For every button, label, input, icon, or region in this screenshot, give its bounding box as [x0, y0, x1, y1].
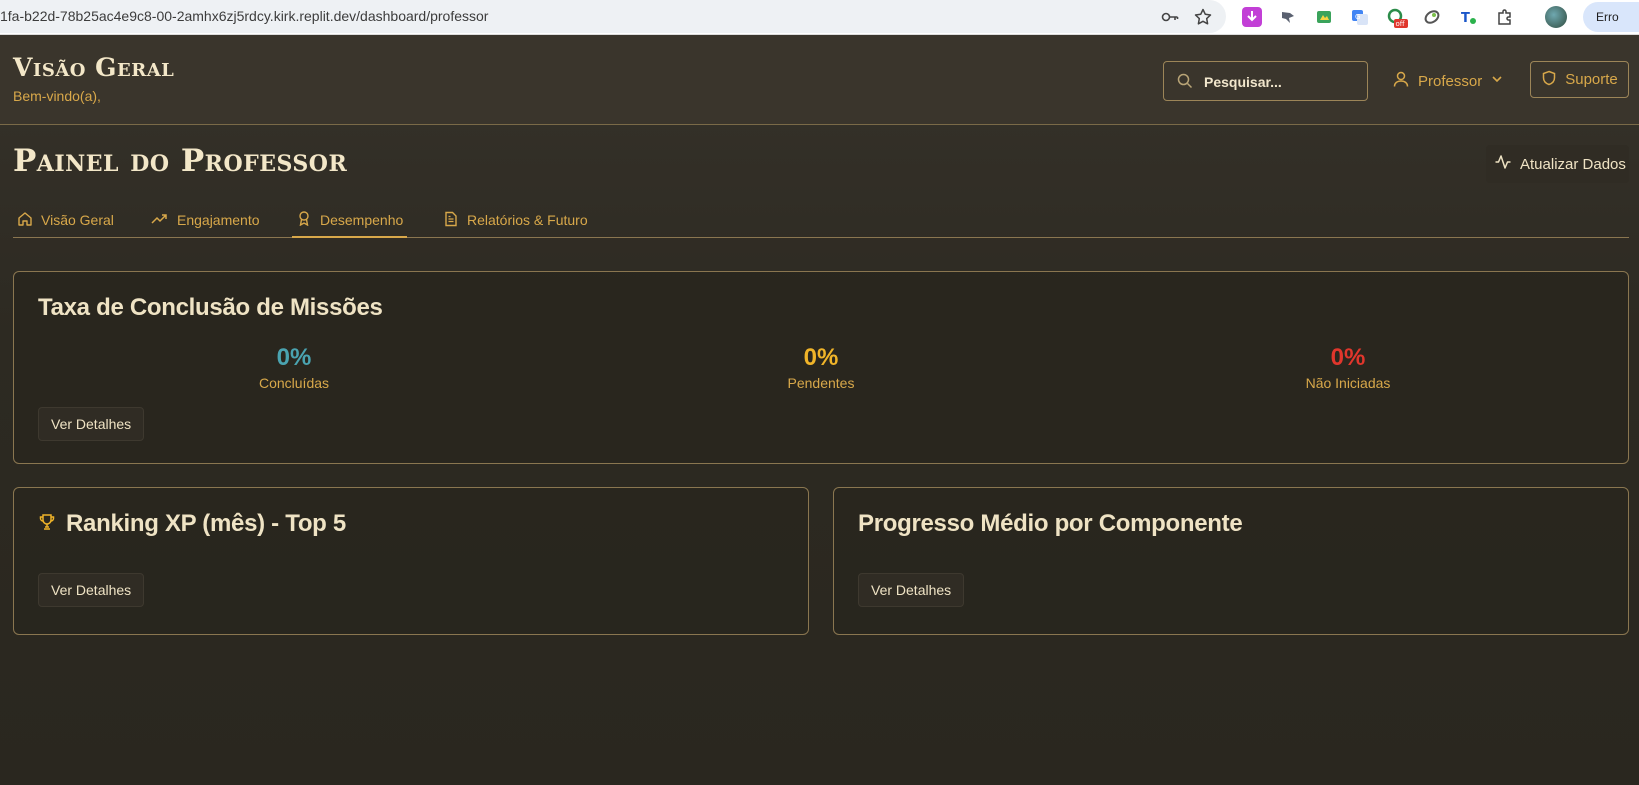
user-icon: [1392, 70, 1410, 92]
stat-value: 0%: [1330, 344, 1366, 371]
extensions-puzzle-icon[interactable]: [1495, 7, 1515, 27]
app-header: Visão Geral Bem-vindo(a), Professor Supo…: [0, 35, 1639, 125]
mission-completion-card: Taxa de Conclusão de Missões 0% Concluíd…: [13, 271, 1629, 464]
tab-relatorios-futuro[interactable]: Relatórios & Futuro: [439, 203, 592, 237]
view-details-button[interactable]: Ver Detalhes: [38, 573, 145, 607]
support-button[interactable]: Suporte: [1530, 61, 1629, 98]
address-bar[interactable]: 1fa-b22d-78b25ac4e9c8-00-2amhx6zj5rdcy.k…: [0, 0, 1226, 33]
view-details-button[interactable]: Ver Detalhes: [858, 573, 965, 607]
bookmark-star-icon[interactable]: [1193, 7, 1213, 27]
user-menu[interactable]: Professor: [1392, 63, 1504, 99]
refresh-data-label: Atualizar Dados: [1520, 155, 1626, 173]
view-details-button[interactable]: Ver Detalhes: [38, 407, 145, 441]
stat-label: Pendentes: [787, 375, 855, 391]
tab-label: Relatórios & Futuro: [467, 212, 588, 228]
activity-icon: [1494, 153, 1512, 175]
extension-map-icon[interactable]: [1314, 7, 1334, 27]
site-title: Visão Geral: [13, 53, 175, 82]
stat-pending: 0% Pendentes: [721, 344, 921, 391]
page-title: Painel do Professor: [13, 143, 348, 179]
welcome-text: Bem-vindo(a),: [13, 88, 101, 104]
tab-label: Desempenho: [320, 211, 404, 228]
extension-off-icon[interactable]: off: [1386, 7, 1408, 28]
ranking-xp-card: Ranking XP (mês) - Top 5 Ver Detalhes: [13, 487, 809, 635]
app-root: Visão Geral Bem-vindo(a), Professor Supo…: [0, 35, 1639, 785]
support-label: Suporte: [1565, 71, 1618, 88]
file-text-icon: [443, 211, 459, 230]
tab-label: Engajamento: [177, 212, 260, 228]
home-icon: [17, 211, 33, 230]
user-menu-label: Professor: [1418, 72, 1483, 90]
svg-text:T: T: [1461, 11, 1470, 26]
refresh-data-button[interactable]: Atualizar Dados: [1486, 145, 1629, 183]
svg-text:off: off: [1396, 20, 1405, 28]
password-key-icon[interactable]: [1160, 7, 1180, 27]
tab-engajamento[interactable]: Engajamento: [147, 203, 264, 237]
extension-text-icon[interactable]: T: [1458, 7, 1478, 27]
svg-text:G: G: [1355, 13, 1360, 21]
google-translate-icon[interactable]: G: [1350, 7, 1370, 27]
trending-up-icon: [151, 211, 169, 230]
card-title: Ranking XP (mês) - Top 5: [66, 510, 346, 537]
search-icon: [1176, 72, 1194, 90]
extension-bird-icon[interactable]: [1278, 7, 1298, 27]
stat-value: 0%: [803, 344, 839, 371]
card-title: Taxa de Conclusão de Missões: [38, 294, 383, 321]
dashboard-tabs: Visão Geral Engajamento Desempenho Relat…: [13, 203, 1629, 238]
award-icon: [296, 210, 312, 229]
extension-leaf-icon[interactable]: [1422, 7, 1442, 27]
tab-visao-geral[interactable]: Visão Geral: [13, 203, 118, 237]
average-progress-card: Progresso Médio por Componente Ver Detal…: [833, 487, 1629, 635]
profile-avatar-icon[interactable]: [1545, 6, 1567, 28]
search-box[interactable]: [1163, 61, 1368, 101]
stat-label: Não Iniciadas: [1305, 375, 1391, 391]
chevron-down-icon: [1490, 72, 1504, 90]
url-text[interactable]: 1fa-b22d-78b25ac4e9c8-00-2amhx6zj5rdcy.k…: [0, 8, 488, 24]
tab-desempenho[interactable]: Desempenho: [292, 203, 408, 238]
error-badge[interactable]: Erro: [1583, 2, 1639, 32]
browser-toolbar: 1fa-b22d-78b25ac4e9c8-00-2amhx6zj5rdcy.k…: [0, 0, 1639, 35]
search-input[interactable]: [1204, 71, 1359, 93]
trophy-icon: [38, 510, 56, 538]
card-header: Ranking XP (mês) - Top 5: [38, 510, 346, 538]
shield-icon: [1541, 70, 1557, 90]
extension-download-icon[interactable]: [1242, 7, 1262, 27]
stat-completed: 0% Concluídas: [194, 344, 394, 391]
stat-not-started: 0% Não Iniciadas: [1248, 344, 1448, 391]
stat-value: 0%: [276, 344, 312, 371]
stat-label: Concluídas: [258, 375, 330, 391]
card-title: Progresso Médio por Componente: [858, 510, 1243, 537]
tab-label: Visão Geral: [41, 212, 114, 228]
